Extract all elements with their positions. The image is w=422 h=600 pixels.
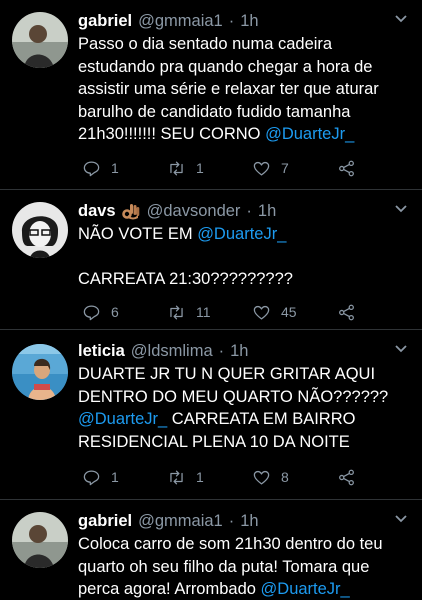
separator: ·: [218, 341, 225, 360]
tweet-header: gabriel @gmmaia1 · 1h: [78, 10, 392, 32]
share-icon: [339, 469, 354, 485]
retweet-count: 11: [196, 304, 211, 320]
mention-link[interactable]: @DuarteJr_: [78, 410, 167, 428]
timestamp[interactable]: 1h: [230, 342, 248, 361]
avatar[interactable]: [12, 202, 68, 258]
retweet-icon: [170, 305, 183, 319]
reply-count: 1: [111, 160, 119, 176]
like-button[interactable]: 7: [252, 159, 337, 178]
retweet-count: 1: [196, 469, 204, 485]
tweet-text: Passo o dia sentado numa cadeira estudan…: [78, 33, 413, 146]
timestamp[interactable]: 1h: [258, 202, 276, 221]
like-count: 8: [281, 469, 289, 485]
display-name[interactable]: leticia: [78, 342, 125, 361]
retweet-button[interactable]: 1: [167, 159, 252, 178]
reply-count: 1: [111, 469, 119, 485]
tweet-actions: 1 1 7: [82, 158, 382, 178]
share-icon: [339, 304, 354, 320]
tweet-text-tail: CARREATA 21:30?????????: [78, 270, 293, 288]
mention-link[interactable]: @DuarteJr_: [265, 125, 354, 143]
tweet-text-body: NÃO VOTE EM: [78, 225, 198, 243]
handle[interactable]: @gmmaia1: [138, 512, 223, 531]
share-icon: [339, 160, 354, 176]
tweet-header: davs @davsonder · 1h: [78, 200, 392, 222]
share-button[interactable]: [337, 159, 367, 178]
avatar[interactable]: [12, 512, 68, 568]
tweet-text-body: DUARTE JR TU N QUER GRITAR AQUI DENTRO D…: [78, 365, 389, 406]
reply-icon: [83, 305, 100, 320]
tweet[interactable]: davs @davsonder · 1h NÃO VOTE EM @Duarte…: [0, 190, 422, 330]
like-count: 7: [281, 160, 289, 176]
tweet[interactable]: gabriel @gmmaia1 · 1h Passo o dia sentad…: [0, 0, 422, 190]
tweet-actions: 1 1 8: [82, 467, 382, 487]
retweet-button[interactable]: 11: [167, 303, 252, 322]
reply-button[interactable]: 6: [82, 303, 167, 322]
chevron-down-icon[interactable]: [394, 514, 408, 524]
display-name[interactable]: davs: [78, 202, 116, 221]
retweet-icon: [170, 470, 183, 484]
reply-count: 6: [111, 304, 119, 320]
tweet-text: Coloca carro de som 21h30 dentro do teu …: [78, 533, 413, 600]
chevron-down-icon[interactable]: [394, 344, 408, 354]
retweet-icon: [170, 161, 183, 175]
mention-link[interactable]: @DuarteJr_: [261, 580, 350, 598]
tweet[interactable]: leticia @ldsmlima · 1h DUARTE JR TU N QU…: [0, 330, 422, 500]
share-button[interactable]: [337, 303, 367, 322]
reply-button[interactable]: 1: [82, 159, 167, 178]
chevron-down-icon[interactable]: [394, 204, 408, 214]
retweet-count: 1: [196, 160, 204, 176]
mention-link[interactable]: @DuarteJr_: [197, 225, 286, 243]
reply-icon: [83, 161, 100, 176]
tweet[interactable]: gabriel @gmmaia1 · 1h Coloca carro de so…: [0, 500, 422, 600]
tweet-text: NÃO VOTE EM @DuarteJr_ CARREATA 21:30???…: [78, 223, 413, 291]
tweet-header: gabriel @gmmaia1 · 1h: [78, 510, 392, 532]
tweet-actions: 6 11 45: [82, 302, 382, 322]
tweet-text: DUARTE JR TU N QUER GRITAR AQUI DENTRO D…: [78, 363, 413, 453]
like-button[interactable]: 45: [252, 303, 337, 322]
display-name[interactable]: gabriel: [78, 512, 132, 531]
display-name[interactable]: gabriel: [78, 12, 132, 31]
heart-icon: [253, 470, 270, 484]
timestamp[interactable]: 1h: [240, 12, 258, 31]
like-count: 45: [281, 304, 297, 320]
handle[interactable]: @davsonder: [147, 202, 241, 221]
avatar[interactable]: [12, 12, 68, 68]
share-button[interactable]: [337, 468, 367, 487]
separator: ·: [228, 11, 235, 30]
retweet-button[interactable]: 1: [167, 468, 252, 487]
timestamp[interactable]: 1h: [240, 512, 258, 531]
separator: ·: [246, 201, 252, 220]
avatar[interactable]: [12, 344, 68, 400]
separator: ·: [228, 511, 235, 530]
reply-icon: [83, 470, 100, 485]
handle[interactable]: @ldsmlima: [131, 342, 213, 361]
reply-button[interactable]: 1: [82, 468, 167, 487]
heart-icon: [253, 161, 270, 175]
heart-icon: [253, 305, 270, 319]
tweet-header: leticia @ldsmlima · 1h: [78, 340, 392, 362]
handle[interactable]: @gmmaia1: [138, 12, 223, 31]
chevron-down-icon[interactable]: [394, 14, 408, 24]
like-button[interactable]: 8: [252, 468, 337, 487]
ok-hand-emoji-icon: [121, 204, 139, 220]
